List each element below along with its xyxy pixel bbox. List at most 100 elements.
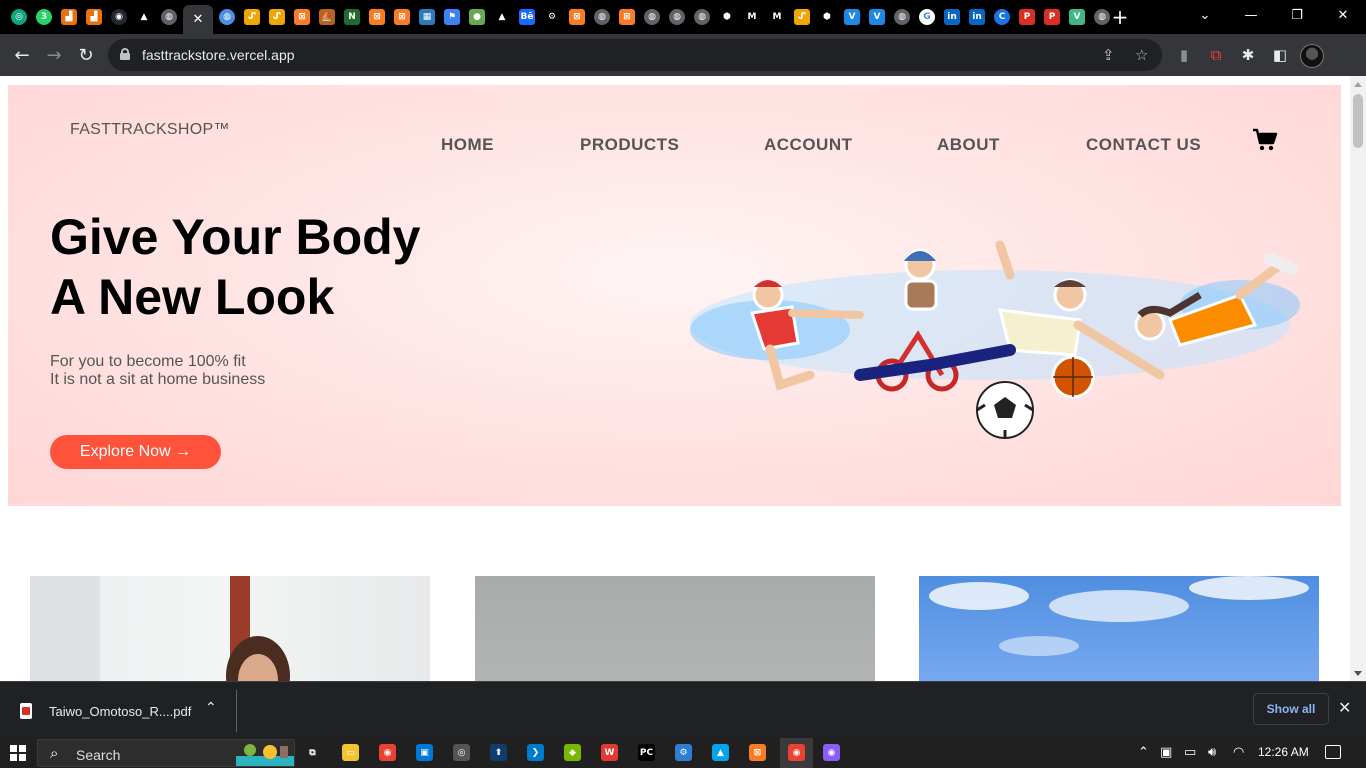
browser-tab[interactable]: ᔑ <box>241 5 263 29</box>
browser-tab[interactable]: ◍ <box>666 5 688 29</box>
browser-tab[interactable]: ◍ <box>691 5 713 29</box>
close-window-button[interactable]: ✕ <box>1320 0 1366 30</box>
nav-account[interactable]: ACCOUNT <box>764 135 853 155</box>
browser-tab[interactable]: ⬢ <box>816 5 838 29</box>
notifications-icon[interactable] <box>1325 745 1341 759</box>
nav-contact-us[interactable]: CONTACT US <box>1086 135 1201 155</box>
browser-tab[interactable]: ◉ <box>108 5 130 29</box>
nav-home[interactable]: HOME <box>441 135 494 155</box>
shopping-cart-icon[interactable] <box>1252 128 1278 152</box>
system-clock[interactable]: 12:26 AM <box>1258 745 1309 759</box>
browser-tab[interactable]: M <box>766 5 788 29</box>
github-desktop-icon[interactable]: ◉ <box>823 744 840 761</box>
scroll-up-arrow-icon[interactable] <box>1354 82 1362 87</box>
nav-products[interactable]: PRODUCTS <box>580 135 679 155</box>
browser-tab[interactable]: P <box>1016 5 1038 29</box>
upload-app-icon[interactable]: ⬆ <box>490 744 507 761</box>
browser-tab[interactable]: G <box>916 5 938 29</box>
xampp-icon[interactable]: ⊠ <box>749 744 766 761</box>
pycharm-icon[interactable]: PC <box>638 744 655 761</box>
browser-tab[interactable]: M <box>741 5 763 29</box>
battery-icon[interactable]: ▭ <box>1184 745 1196 760</box>
close-downloads-icon[interactable]: ✕ <box>1338 698 1351 717</box>
obs-icon[interactable]: ◎ <box>453 744 470 761</box>
meet-now-icon[interactable]: ▣ <box>1160 745 1172 760</box>
browser-tab[interactable]: ⊠ <box>616 5 638 29</box>
show-all-button[interactable]: Show all <box>1253 693 1329 725</box>
browser-tab[interactable]: ⊠ <box>366 5 388 29</box>
browser-tab[interactable]: ⊠ <box>566 5 588 29</box>
browser-tab[interactable]: ◍ <box>641 5 663 29</box>
side-panel-icon[interactable]: ◧ <box>1269 44 1291 66</box>
browser-tab[interactable]: ▲ <box>133 5 155 29</box>
browser-tab[interactable]: in <box>941 5 963 29</box>
product-card-image-2[interactable] <box>475 576 875 681</box>
extension-icon[interactable]: ▮ <box>1173 44 1195 66</box>
vscode-icon[interactable]: ❯ <box>527 744 544 761</box>
tab-search-icon[interactable]: ⌄ <box>1182 0 1228 30</box>
address-bar[interactable]: fasttrackstore.vercel.app ⇪ ☆ <box>108 39 1162 71</box>
download-file-name[interactable]: Taiwo_Omotoso_R....pdf <box>49 704 191 719</box>
share-icon[interactable]: ⇪ <box>1102 46 1115 64</box>
browser-tab[interactable]: ◍ <box>216 5 238 29</box>
scrollbar-thumb[interactable] <box>1353 94 1363 148</box>
back-arrow-icon[interactable]: ← <box>10 43 34 67</box>
url-text[interactable]: fasttrackstore.vercel.app <box>142 47 295 63</box>
task-view-icon[interactable]: ⧉ <box>304 744 321 761</box>
chevron-up-icon[interactable]: ⌃ <box>205 700 217 716</box>
minimize-button[interactable]: — <box>1228 0 1274 30</box>
explore-now-button[interactable]: Explore Now → <box>50 435 221 469</box>
browser-tab[interactable]: ◎ <box>8 5 30 29</box>
browser-tab[interactable]: V <box>841 5 863 29</box>
browser-tab[interactable]: C <box>991 5 1013 29</box>
show-hidden-icons-chevron-icon[interactable]: ⌃ <box>1138 745 1149 760</box>
store-icon[interactable]: ▣ <box>416 744 433 761</box>
scroll-down-arrow-icon[interactable] <box>1354 671 1362 676</box>
nvidia-icon[interactable]: ◆ <box>564 744 581 761</box>
search-highlight-illustration-icon[interactable] <box>236 740 294 766</box>
chrome-icon[interactable]: ◉ <box>379 744 396 761</box>
browser-tab[interactable]: P <box>1041 5 1063 29</box>
browser-tab[interactable]: ◍ <box>891 5 913 29</box>
browser-tab[interactable]: ᔑ <box>266 5 288 29</box>
profile-avatar[interactable] <box>1300 44 1324 68</box>
taskbar-search-box[interactable]: ⌕ Search <box>37 739 295 767</box>
page-scrollbar[interactable] <box>1350 76 1366 681</box>
volume-icon[interactable]: 🔊︎ <box>1208 745 1216 760</box>
browser-tab[interactable]: ▲ <box>491 5 513 29</box>
forward-arrow-icon[interactable]: → <box>42 43 66 67</box>
browser-tab[interactable]: ⊠ <box>391 5 413 29</box>
google-translate-extension-icon[interactable]: ⧉ <box>1205 44 1227 66</box>
file-explorer-icon[interactable]: ▭ <box>342 744 359 761</box>
restore-button[interactable]: ❐ <box>1274 0 1320 30</box>
browser-tab[interactable]: V <box>1066 5 1088 29</box>
browser-tab[interactable]: ● <box>466 5 488 29</box>
reload-icon[interactable]: ↻ <box>74 43 98 67</box>
chrome-active-icon[interactable]: ◉ <box>788 744 805 761</box>
download-item[interactable]: Taiwo_Omotoso_R....pdf ⌃ <box>0 690 237 732</box>
browser-tab[interactable]: 3 <box>33 5 55 29</box>
browser-tab[interactable]: ⛵ <box>316 5 338 29</box>
browser-tab[interactable]: ◍ <box>591 5 613 29</box>
bookmark-star-icon[interactable]: ☆ <box>1135 46 1148 64</box>
browser-tab[interactable]: N <box>341 5 363 29</box>
browser-tab[interactable]: ◍ <box>158 5 180 29</box>
product-card-image-3[interactable] <box>919 576 1319 681</box>
browser-tab[interactable]: ⚙ <box>541 5 563 29</box>
browser-tab[interactable]: ✕ <box>183 5 213 34</box>
lock-icon[interactable] <box>120 48 130 60</box>
browser-tab[interactable]: ᔑ <box>791 5 813 29</box>
windows-start-icon[interactable] <box>10 745 26 761</box>
browser-tab[interactable]: Bē <box>516 5 538 29</box>
settings-app-icon[interactable]: ⚙ <box>675 744 692 761</box>
wifi-icon[interactable]: ◠ <box>1233 745 1244 760</box>
product-card-image-1[interactable] <box>30 576 430 681</box>
browser-tab[interactable]: ⬢ <box>716 5 738 29</box>
extensions-puzzle-icon[interactable]: ✱ <box>1237 44 1259 66</box>
wps-icon[interactable]: W <box>601 744 618 761</box>
browser-tab[interactable]: V <box>866 5 888 29</box>
browser-tab[interactable]: ▟ <box>58 5 80 29</box>
browser-tab[interactable]: ⊠ <box>291 5 313 29</box>
browser-tab[interactable]: in <box>966 5 988 29</box>
nav-about[interactable]: ABOUT <box>937 135 1000 155</box>
